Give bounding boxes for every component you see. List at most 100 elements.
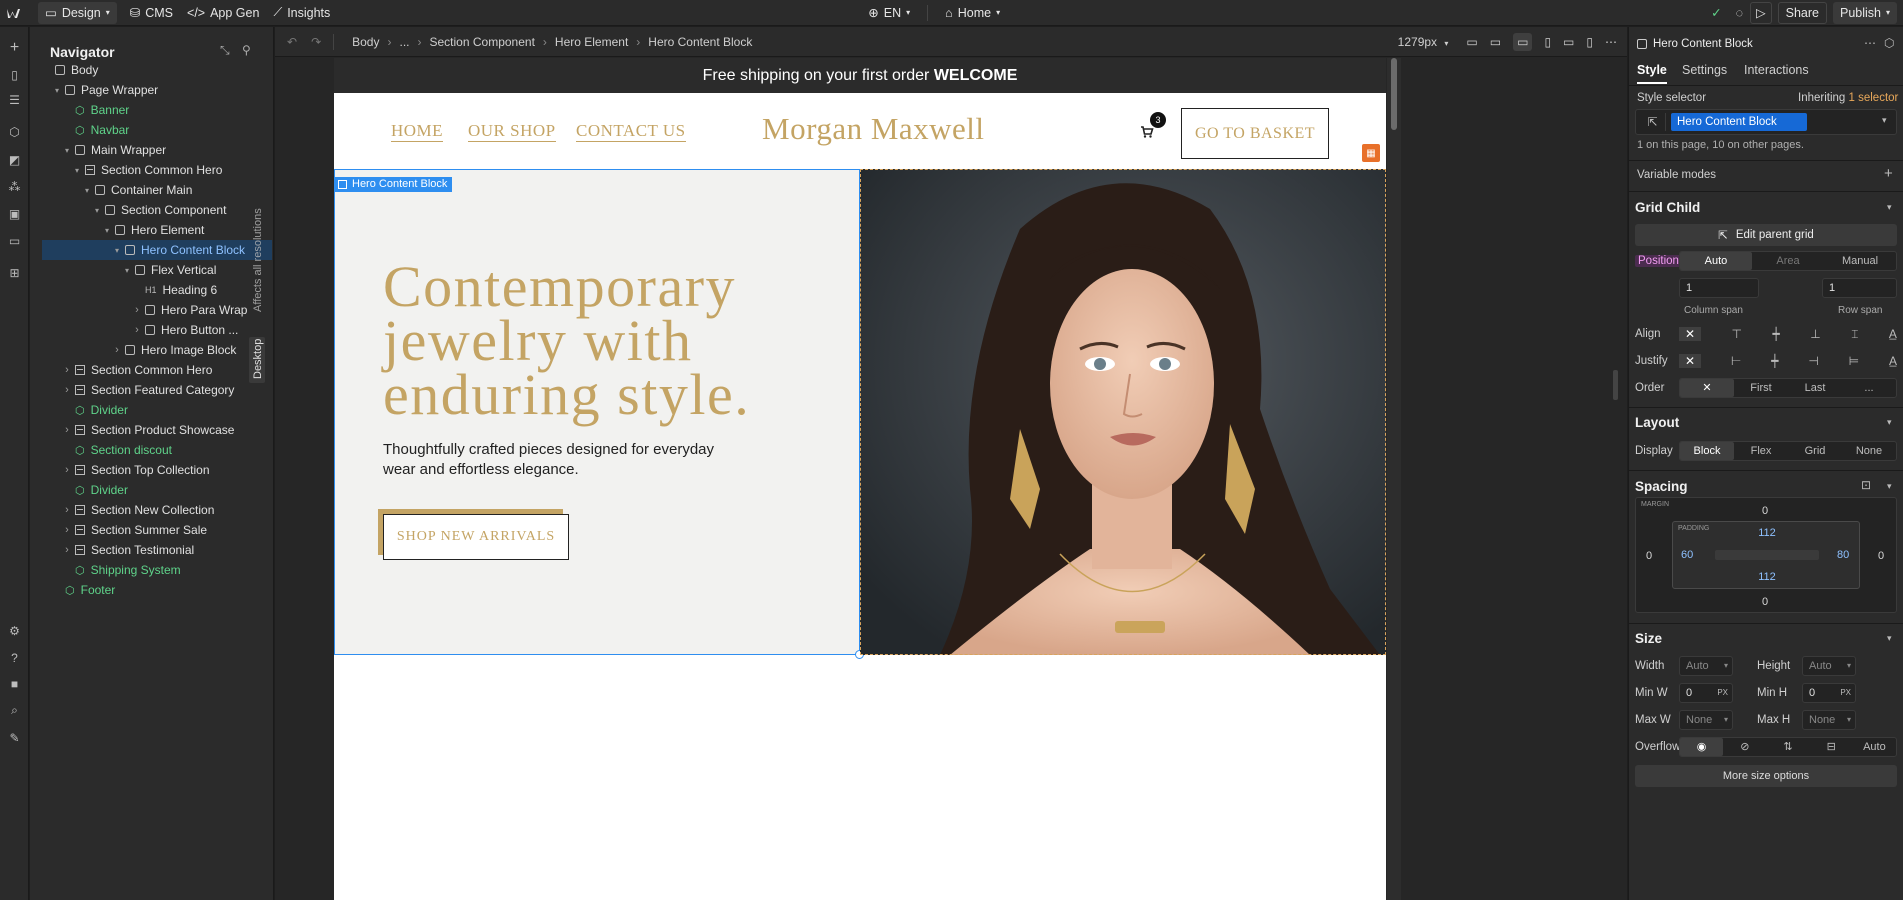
breadcrumb-item[interactable]: Section Component <box>430 35 535 49</box>
desktop-base-icon[interactable]: ▭ <box>1513 32 1533 51</box>
margin-right-value[interactable]: 0 <box>1878 550 1884 562</box>
padding-top-value[interactable]: 112 <box>1747 527 1787 539</box>
settings-icon[interactable]: ⚙ <box>6 622 23 639</box>
breadcrumb-item[interactable]: ... <box>399 35 409 49</box>
assets-icon[interactable]: ▣ <box>6 205 23 222</box>
order-first[interactable]: First <box>1734 379 1788 397</box>
inheriting-count[interactable]: 1 selector <box>1849 92 1899 104</box>
promo-banner[interactable]: Free shipping on your first order WELCOM… <box>334 58 1386 93</box>
margin-top-value[interactable]: 0 <box>1745 505 1785 517</box>
chevron-down-icon[interactable]: ▾ <box>1882 115 1887 126</box>
chevron-down-icon[interactable]: ▾ <box>1887 417 1892 428</box>
hero-content-block[interactable]: Contemporary jewelry with enduring style… <box>334 169 860 655</box>
navigator-item[interactable]: › Section Top Collection <box>42 460 272 480</box>
display-block[interactable]: Block <box>1680 442 1734 460</box>
justify-baseline-icon[interactable]: A̲ <box>1889 354 1897 368</box>
component-settings-icon[interactable]: ▦ <box>1362 144 1380 162</box>
justify-center-icon[interactable]: ┿ <box>1771 354 1778 368</box>
order-none-icon[interactable]: ✕ <box>1680 379 1734 397</box>
navigator-item[interactable]: › Section Product Showcase <box>42 420 272 440</box>
navigator-item[interactable]: › Hero Image Block <box>42 340 272 360</box>
overflow-visible-icon[interactable]: ◉ <box>1680 738 1724 756</box>
align-start-icon[interactable]: ⊤ <box>1732 327 1742 341</box>
add-icon[interactable]: + <box>1884 165 1893 182</box>
navigator-item[interactable]: ▾ Container Main <box>42 180 272 200</box>
align-baseline-icon[interactable]: A̲ <box>1889 327 1897 341</box>
navigator-item[interactable]: ▾ Section Component <box>42 200 272 220</box>
tab-interactions[interactable]: Interactions <box>1744 63 1809 77</box>
page-selector[interactable]: ⌂ Home ▾ <box>938 2 1007 24</box>
more-icon[interactable]: ⋯ <box>1864 36 1876 50</box>
chevron-icon[interactable]: › <box>112 344 122 356</box>
navigator-item[interactable]: › Section Featured Category <box>42 380 272 400</box>
navigator-item[interactable]: ▾ Flex Vertical <box>42 260 272 280</box>
selector-chip[interactable]: Hero Content Block <box>1671 113 1807 131</box>
search-icon[interactable]: ⌕ <box>6 702 23 719</box>
padding-bottom-value[interactable]: 112 <box>1747 571 1787 583</box>
chevron-icon[interactable]: ▾ <box>122 266 132 275</box>
help-icon[interactable]: ? <box>6 649 23 666</box>
more-size-options-button[interactable]: More size options <box>1635 765 1897 787</box>
navigator-item[interactable]: ⬡ Shipping System <box>42 560 272 580</box>
navigator-item[interactable]: ⬡ Divider <box>42 400 272 420</box>
nav-link-contact[interactable]: CONTACT US <box>576 121 686 142</box>
scrollbar-thumb[interactable] <box>1391 58 1397 130</box>
variables-icon[interactable]: ⁂ <box>6 178 23 195</box>
book-icon[interactable]: ▭ <box>6 232 23 249</box>
close-icon[interactable]: ⤡ <box>220 43 230 58</box>
chevron-icon[interactable]: ▾ <box>112 246 122 255</box>
redo-icon[interactable]: ↷ <box>311 35 321 49</box>
navigator-item[interactable]: Body <box>42 60 272 80</box>
brand-logo[interactable]: Morgan Maxwell <box>762 111 985 147</box>
cart-button[interactable]: 3 <box>1137 112 1166 144</box>
padding-left-value[interactable]: 60 <box>1681 549 1693 561</box>
navigator-item[interactable]: ⬡ Navbar <box>42 120 272 140</box>
align-none-icon[interactable]: ✕ <box>1679 327 1701 341</box>
hero-image-block[interactable] <box>860 169 1386 655</box>
publish-button[interactable]: Publish ▾ <box>1832 1 1897 24</box>
pin-icon[interactable]: ⚲ <box>242 43 251 57</box>
spacing-presets-icon[interactable]: ⊡ <box>1861 478 1871 492</box>
order-last[interactable]: Last <box>1788 379 1842 397</box>
page-icon[interactable]: ▯ <box>6 66 23 83</box>
go-to-basket-button[interactable]: GO TO BASKET <box>1181 108 1329 159</box>
chevron-icon[interactable]: › <box>62 424 72 436</box>
apps-icon[interactable]: ⊞ <box>6 264 23 281</box>
app-gen-button[interactable]: </> App Gen <box>180 2 266 24</box>
chevron-icon[interactable]: › <box>132 324 142 336</box>
margin-bottom-value[interactable]: 0 <box>1745 596 1785 608</box>
navigator-item[interactable]: › Section Common Hero <box>42 360 272 380</box>
tab-settings[interactable]: Settings <box>1682 63 1727 77</box>
locale-selector[interactable]: ⊕ EN ▾ <box>861 2 917 24</box>
chevron-icon[interactable]: ▾ <box>52 86 62 95</box>
design-mode-button[interactable]: ▭ Design ▾ <box>38 1 117 24</box>
styles-icon[interactable]: ◩ <box>6 151 23 168</box>
min-width-input[interactable]: 0 PX <box>1679 683 1733 703</box>
tablet-icon[interactable]: ▯ <box>1544 35 1551 49</box>
chevron-down-icon[interactable]: ▾ <box>1887 633 1892 644</box>
navigator-item[interactable]: › Hero Para Wrap <box>42 300 272 320</box>
align-stretch-icon[interactable]: ⌶ <box>1851 327 1858 342</box>
mobile-portrait-icon[interactable]: ▯ <box>1586 35 1593 49</box>
chevron-icon[interactable]: ▾ <box>102 226 112 235</box>
justify-none-icon[interactable]: ✕ <box>1679 354 1701 368</box>
justify-start-icon[interactable]: ⊢ <box>1731 354 1741 368</box>
navigator-item[interactable]: › Section Summer Sale <box>42 520 272 540</box>
min-height-unit[interactable]: PX <box>1840 684 1851 702</box>
check-icon[interactable]: ✓ <box>1704 2 1728 24</box>
navigator-item[interactable]: ⬡ Banner <box>42 100 272 120</box>
more-icon[interactable]: ⋯ <box>1605 35 1617 49</box>
position-auto[interactable]: Auto <box>1680 252 1752 270</box>
navigator-item[interactable]: ⬡ Footer <box>42 580 272 600</box>
chevron-icon[interactable]: › <box>62 364 72 376</box>
overflow-hidden-icon[interactable]: ⊘ <box>1723 738 1766 756</box>
mobile-landscape-icon[interactable]: ▭ <box>1563 35 1574 49</box>
max-width-input[interactable]: None ▾ <box>1679 710 1733 730</box>
nav-link-home[interactable]: HOME <box>391 121 444 142</box>
share-button[interactable]: Share <box>1777 1 1827 24</box>
overflow-clip-icon[interactable]: ⊟ <box>1810 738 1853 756</box>
add-icon[interactable]: + <box>6 39 23 56</box>
edit-parent-grid-button[interactable]: ⇱ Edit parent grid <box>1635 224 1897 246</box>
position-manual[interactable]: Manual <box>1824 252 1896 270</box>
chevron-icon[interactable]: › <box>62 464 72 476</box>
